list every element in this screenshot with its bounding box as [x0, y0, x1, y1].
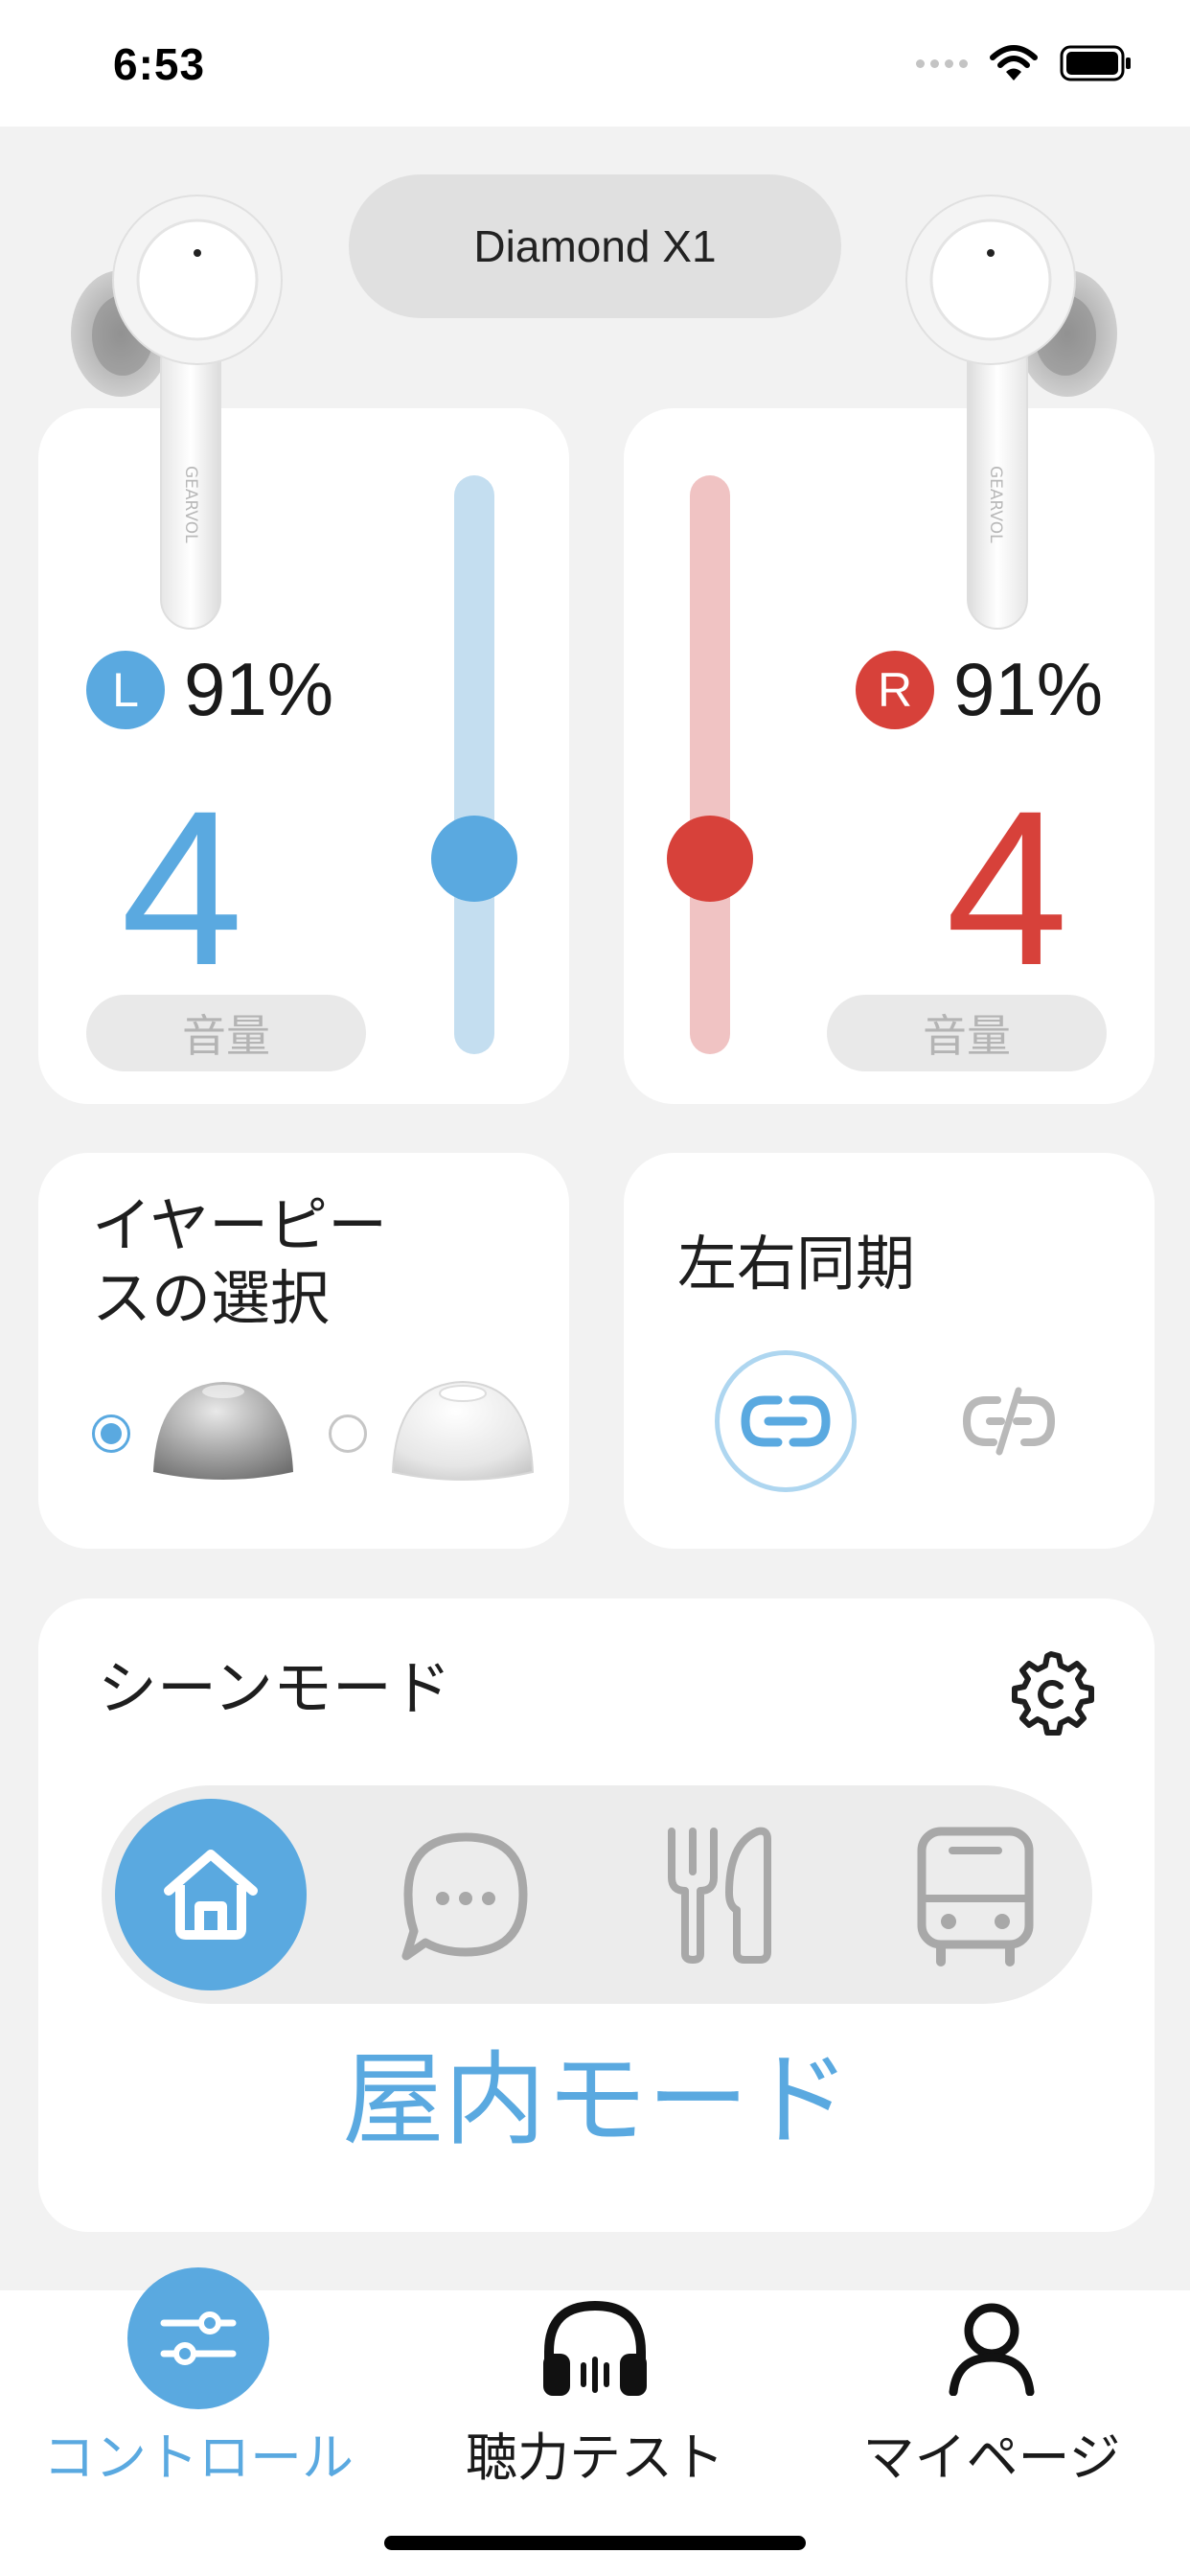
status-icons — [916, 44, 1133, 82]
left-battery: L 91% — [86, 646, 333, 733]
scene-restaurant-button[interactable] — [626, 1799, 817, 1990]
tab-my-page-label: マイページ — [862, 2427, 1121, 2488]
right-brand-mark: GEARVOL — [986, 466, 1005, 543]
left-brand-mark: GEARVOL — [181, 466, 200, 543]
left-volume-level: 4 — [121, 765, 243, 1011]
headphones-icon — [543, 2300, 647, 2396]
lr-sync-card: 左右同期 — [624, 1153, 1155, 1549]
right-volume-slider-thumb[interactable] — [667, 815, 753, 902]
eartip-radio-1[interactable] — [92, 1414, 130, 1453]
device-name: Diamond X1 — [473, 221, 717, 271]
scene-mode-selector — [102, 1785, 1092, 2004]
unlink-icon — [962, 1387, 1056, 1456]
right-volume-slider[interactable] — [690, 475, 730, 1054]
scene-home-button[interactable] — [115, 1799, 307, 1990]
sync-unlink-button[interactable] — [942, 1354, 1076, 1488]
sync-link-button[interactable] — [715, 1350, 857, 1492]
left-earbud-image: GEARVOL — [71, 195, 283, 630]
left-badge: L — [86, 650, 165, 729]
eartip-selection-card: イヤーピー スの選択 — [38, 1153, 569, 1549]
eartip-gray-icon[interactable] — [149, 1376, 297, 1484]
right-battery-percent: 91% — [953, 647, 1104, 731]
right-volume-level: 4 — [946, 765, 1068, 1011]
scene-title: シーンモード — [98, 1653, 451, 1723]
tab-my-page[interactable]: マイページ — [793, 2290, 1190, 2501]
left-volume-label: 音量 — [86, 995, 366, 1071]
sliders-icon — [127, 2267, 269, 2409]
tab-control[interactable]: コントロール — [0, 2267, 397, 2501]
tab-hearing-test-label: 聴力テスト — [466, 2427, 724, 2488]
wifi-icon — [990, 45, 1038, 80]
gear-icon[interactable] — [1005, 1648, 1097, 1740]
right-badge: R — [856, 650, 934, 729]
home-icon — [164, 1850, 258, 1940]
left-volume-slider-thumb[interactable] — [431, 815, 517, 902]
eartip-clear-icon[interactable] — [389, 1376, 537, 1484]
fork-knife-icon — [668, 1827, 771, 1964]
current-scene-mode: 屋内モード — [342, 2041, 851, 2159]
bus-icon — [917, 1827, 1034, 1966]
tab-control-label: コントロール — [43, 2427, 354, 2488]
right-earbud-image: GEARVOL — [905, 195, 1117, 630]
link-icon — [741, 1395, 831, 1447]
cellular-signal-icon — [916, 58, 968, 68]
home-indicator — [384, 2536, 806, 2550]
status-bar: 6:53 — [0, 0, 1190, 126]
sync-title: 左右同期 — [677, 1229, 916, 1299]
scene-conversation-button[interactable] — [370, 1799, 561, 1990]
battery-icon — [1060, 45, 1131, 81]
scene-transit-button[interactable] — [880, 1799, 1071, 1990]
chat-bubble-icon — [401, 1832, 528, 1961]
eartip-title: イヤーピー スの選択 — [92, 1190, 388, 1333]
device-name-pill[interactable]: Diamond X1 — [349, 174, 841, 318]
status-time: 6:53 — [113, 39, 206, 89]
user-icon — [949, 2303, 1035, 2396]
left-battery-percent: 91% — [184, 647, 334, 731]
left-volume-slider[interactable] — [454, 475, 494, 1054]
scene-mode-card: シーンモード 屋内モード — [38, 1598, 1155, 2232]
eartip-radio-2[interactable] — [329, 1414, 367, 1453]
right-volume-label: 音量 — [827, 995, 1107, 1071]
right-battery: R 91% — [856, 646, 1103, 733]
tab-hearing-test[interactable]: 聴力テスト — [397, 2290, 793, 2501]
tab-bar: コントロール 聴力テスト マイページ — [0, 2267, 1190, 2576]
